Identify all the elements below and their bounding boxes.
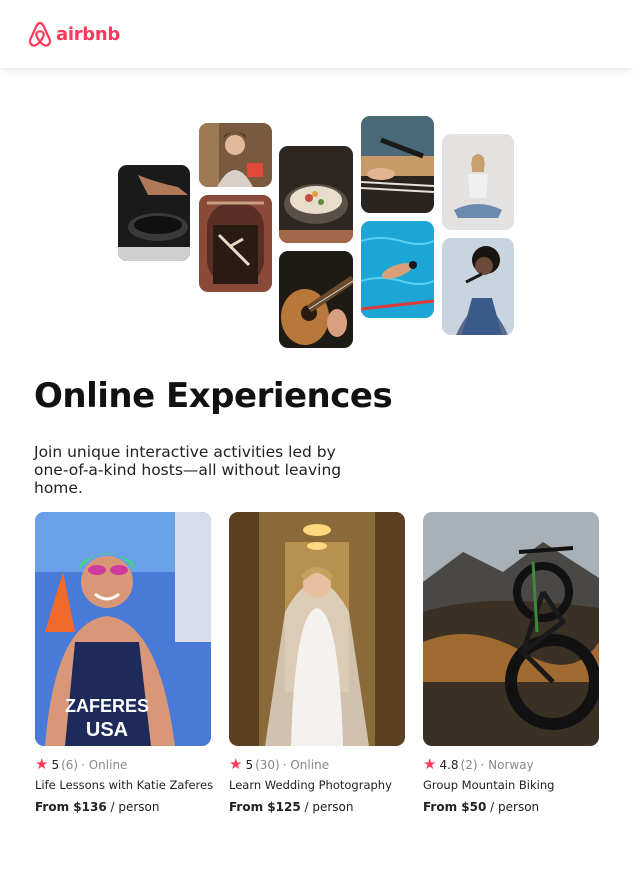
- page-title: Online Experiences: [34, 376, 393, 416]
- card-location: · Online: [282, 757, 330, 772]
- experience-card[interactable]: ZAFERES USA ★ 5 (6) · Online Life Lesson…: [35, 512, 213, 814]
- cooking-pan-photo: [118, 165, 190, 261]
- food-bowl-photo: [279, 146, 353, 243]
- experience-card[interactable]: ★ 5 (30) · Online Learn Wedding Photogra…: [229, 512, 405, 814]
- microphone-piano-photo: [361, 116, 434, 213]
- star-icon: ★: [229, 755, 243, 773]
- woman-portrait-photo: [199, 123, 272, 187]
- rating-value: 5: [51, 757, 60, 772]
- card-rating: ★ 4.8 (2) · Norway: [423, 757, 599, 772]
- star-icon: ★: [423, 755, 437, 773]
- bride-photo[interactable]: [229, 512, 405, 746]
- card-title[interactable]: Group Mountain Biking: [423, 778, 599, 792]
- guitar-photo: [279, 251, 353, 348]
- swimmer-pool-photo: [361, 221, 434, 318]
- price-value: From $50: [423, 800, 487, 814]
- athlete-country-print: USA: [86, 719, 128, 741]
- price-unit: / person: [304, 800, 354, 814]
- yoga-photo: [442, 134, 514, 230]
- mountain-bike-photo[interactable]: [423, 512, 599, 746]
- card-price: From $50 / person: [423, 800, 599, 814]
- price-value: From $125: [229, 800, 301, 814]
- page-subtitle: Join unique interactive activities led b…: [34, 443, 342, 497]
- athlete-name-print: ZAFERES: [65, 696, 149, 716]
- card-rating: ★ 5 (30) · Online: [229, 757, 405, 772]
- hero-photo-mosaic: [0, 0, 633, 360]
- card-location: · Online: [81, 757, 128, 772]
- price-unit: / person: [490, 800, 540, 814]
- card-title[interactable]: Life Lessons with Katie Zaferes: [35, 778, 213, 792]
- price-unit: / person: [110, 800, 160, 814]
- athlete-photo[interactable]: ZAFERES USA: [35, 512, 211, 746]
- review-count: (30): [255, 757, 280, 772]
- star-icon: ★: [35, 755, 49, 773]
- price-value: From $136: [35, 800, 107, 814]
- rating-value: 5: [245, 757, 254, 772]
- review-count: (6): [61, 757, 79, 772]
- card-title[interactable]: Learn Wedding Photography: [229, 778, 405, 792]
- card-price: From $136 / person: [35, 800, 211, 814]
- experience-card[interactable]: ★ 4.8 (2) · Norway Group Mountain Biking…: [423, 512, 599, 814]
- dancer-doorway-photo: [199, 195, 272, 292]
- card-rating: ★ 5 (6) · Online: [35, 757, 211, 772]
- card-location: · Norway: [480, 757, 534, 772]
- card-price: From $125 / person: [229, 800, 405, 814]
- rating-value: 4.8: [439, 757, 459, 772]
- singer-photo: [442, 238, 514, 335]
- review-count: (2): [460, 757, 478, 772]
